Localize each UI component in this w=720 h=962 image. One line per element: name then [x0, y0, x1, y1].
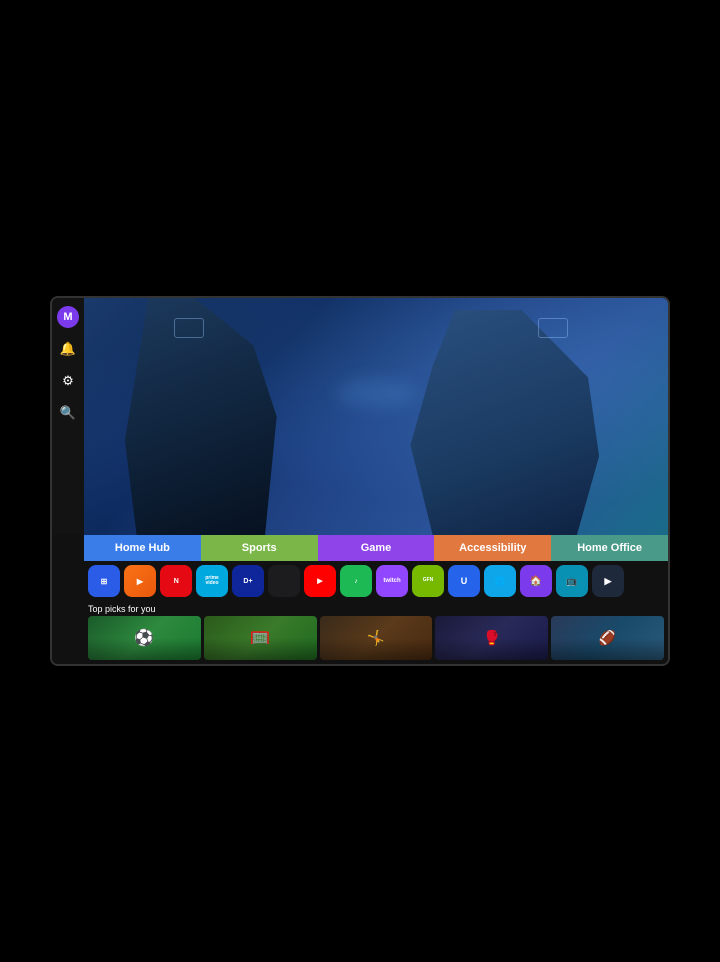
app-twitch[interactable]: twitch — [376, 565, 408, 597]
bottom-section: Home Hub Sports Game Accessibility Home … — [52, 535, 668, 664]
top-picks-label: Top picks for you — [52, 601, 668, 616]
visor-glow — [336, 378, 416, 408]
app-utomik[interactable]: U — [448, 565, 480, 597]
thumbnail-gymnastics[interactable] — [320, 616, 433, 660]
app-more[interactable]: ▶ — [592, 565, 624, 597]
app-lg-channels[interactable]: ▶ — [124, 565, 156, 597]
helmet-visor-right — [538, 318, 568, 338]
tab-game[interactable]: Game — [318, 535, 435, 561]
app-all-apps[interactable]: ⊞ — [88, 565, 120, 597]
tab-home-office[interactable]: Home Office — [551, 535, 668, 561]
tab-home-hub[interactable]: Home Hub — [84, 535, 201, 561]
app-web[interactable]: 🌐 — [484, 565, 516, 597]
user-avatar[interactable]: M — [57, 306, 79, 328]
app-prime[interactable]: primevideo — [196, 565, 228, 597]
hero-banner — [84, 298, 668, 535]
tv-screen: M 🔔 ⚙ 🔍 Home Hub Sports — [50, 296, 670, 666]
search-icon[interactable]: 🔍 — [57, 402, 79, 424]
tab-accessibility[interactable]: Accessibility — [434, 535, 551, 561]
thumbnail-soccer[interactable] — [88, 616, 201, 660]
settings-icon[interactable]: ⚙ — [57, 370, 79, 392]
hero-image — [84, 298, 668, 535]
app-youtube[interactable]: ▶ — [304, 565, 336, 597]
app-disney[interactable]: D+ — [232, 565, 264, 597]
tab-sports[interactable]: Sports — [201, 535, 318, 561]
player-right — [399, 310, 621, 535]
app-netflix[interactable]: N — [160, 565, 192, 597]
helmet-visor-left — [174, 318, 204, 338]
thumbnail-boxing[interactable] — [435, 616, 548, 660]
category-tabs: Home Hub Sports Game Accessibility Home … — [84, 535, 668, 561]
thumbnail-football[interactable] — [551, 616, 664, 660]
app-geforce[interactable]: GFN — [412, 565, 444, 597]
notifications-icon[interactable]: 🔔 — [57, 338, 79, 360]
sidebar: M 🔔 ⚙ 🔍 — [52, 298, 84, 535]
player-left — [113, 298, 347, 535]
thumbnail-goal[interactable] — [204, 616, 317, 660]
app-spotify[interactable]: ♪ — [340, 565, 372, 597]
app-screen-share[interactable]: 📺 — [556, 565, 588, 597]
apps-row: ⊞ ▶ N primevideo D+ ▶ ♪ twitch GFN U 🌐 🏠… — [84, 561, 668, 601]
thumbnails-row — [52, 616, 668, 664]
app-smart-home[interactable]: 🏠 — [520, 565, 552, 597]
hockey-scene — [84, 298, 668, 535]
app-apple-tv[interactable] — [268, 565, 300, 597]
